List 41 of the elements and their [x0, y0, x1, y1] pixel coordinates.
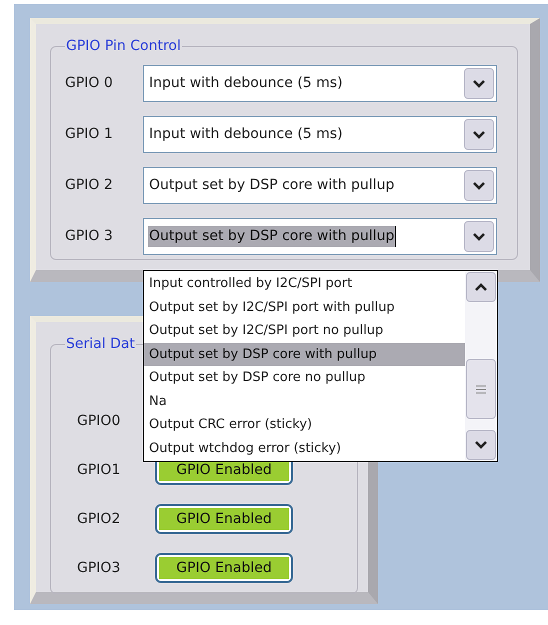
dropdown-button[interactable]	[464, 170, 494, 201]
gpio-label: GPIO2	[77, 510, 122, 528]
gpio-label: GPIO3	[77, 558, 122, 578]
chevron-down-icon	[472, 130, 486, 140]
scroll-down-button[interactable]	[466, 430, 496, 460]
status-text: GPIO Enabled	[176, 510, 272, 528]
dropdown-option[interactable]: Output set by I2C/SPI port with pullup	[144, 296, 465, 319]
dropdown-option[interactable]: Output set by DSP core no pullup	[144, 366, 465, 390]
field-value: Output set by DSP core with pullup	[148, 176, 396, 195]
dropdown-field[interactable]: Output set by DSP core with pullup	[143, 218, 497, 255]
field-value: Output set by DSP core with pullup	[148, 226, 396, 247]
dropdown-option[interactable]: Output set by I2C/SPI port no pullup	[144, 319, 465, 342]
chevron-down-icon	[472, 78, 486, 88]
field-value: Input with debounce (5 ms)	[148, 125, 344, 144]
pin-label: GPIO 0	[65, 74, 114, 93]
dropdown-button[interactable]	[464, 119, 494, 150]
dropdown-option[interactable]: Na	[144, 390, 465, 413]
chevron-up-icon	[474, 282, 488, 292]
dropdown-button[interactable]	[464, 221, 494, 252]
chevron-down-icon	[474, 440, 488, 450]
dropdown-field[interactable]: Output set by DSP core with pullup	[143, 167, 497, 204]
scroll-thumb[interactable]	[466, 359, 496, 419]
dropdown-option[interactable]: Output CRC error (sticky)	[144, 413, 465, 436]
gpio-label: GPIO1	[77, 460, 122, 480]
scrollbar[interactable]	[465, 271, 497, 461]
scroll-up-button[interactable]	[466, 272, 496, 302]
grip-icon	[476, 384, 486, 394]
pin-label: GPIO 1	[65, 125, 114, 144]
dropdown-button[interactable]	[464, 68, 494, 99]
dropdown-field[interactable]: Input with debounce (5 ms)	[143, 116, 497, 153]
status-text: GPIO Enabled	[176, 460, 272, 480]
chevron-down-icon	[472, 232, 486, 242]
dropdown-option[interactable]: Output set by DSP core with pullup	[144, 342, 465, 366]
pin-label: GPIO 2	[65, 176, 114, 195]
field-value: Input with debounce (5 ms)	[148, 74, 344, 93]
chevron-down-icon	[472, 180, 486, 190]
pin-label: GPIO 3	[65, 227, 114, 246]
status-text: GPIO Enabled	[176, 558, 272, 578]
dropdown-option[interactable]: Input controlled by I2C/SPI port	[144, 272, 465, 296]
dropdown-field[interactable]: Input with debounce (5 ms)	[143, 65, 497, 102]
dropdown-option[interactable]: Output wtchdog error (sticky)	[144, 436, 465, 460]
